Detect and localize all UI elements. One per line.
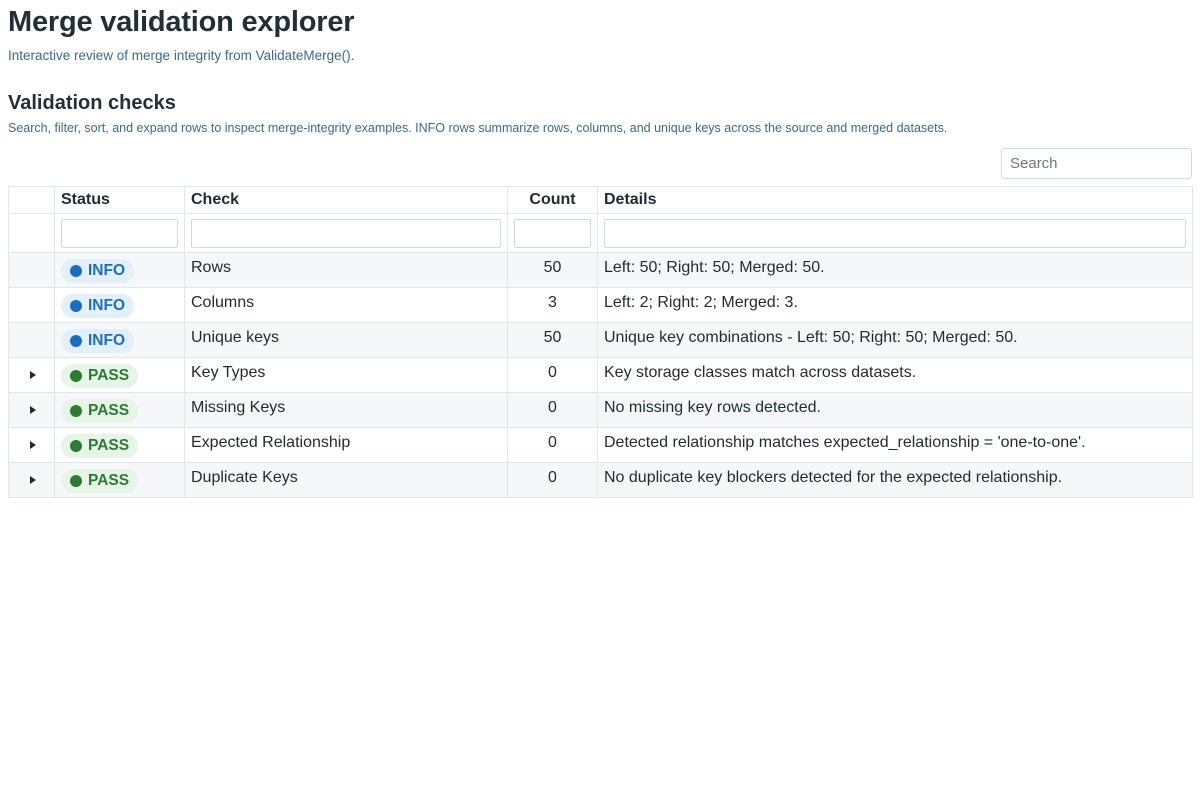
details-column-header[interactable]: Details — [597, 186, 1193, 214]
section-title: Validation checks — [8, 92, 176, 114]
status-cell: PASS — [54, 357, 185, 393]
expander-cell — [8, 357, 55, 393]
status-label: PASS — [88, 472, 130, 489]
section-description: Search, filter, sort, and expand rows to… — [8, 121, 948, 135]
status-badge: PASS — [61, 399, 139, 423]
status-label: PASS — [88, 402, 130, 419]
details-filter-input[interactable] — [604, 218, 1186, 248]
details-filter-cell — [597, 213, 1193, 253]
details-cell: Key storage classes match across dataset… — [597, 357, 1193, 393]
expander-cell — [8, 287, 55, 323]
status-label: INFO — [88, 297, 126, 314]
check-cell: Missing Keys — [184, 392, 508, 428]
check-filter-input[interactable] — [191, 218, 501, 248]
count-filter-cell — [507, 213, 598, 253]
table-row: INFO Columns 3 Left: 2; Right: 2; Merged: 3… — [8, 287, 1193, 323]
caret-right-icon[interactable] — [29, 476, 36, 484]
status-cell: INFO — [54, 252, 185, 288]
page-title: Merge validation explorer — [8, 6, 355, 38]
table-filter-row — [8, 213, 1193, 253]
count-cell: 0 — [507, 357, 598, 393]
caret-right-icon[interactable] — [29, 406, 36, 414]
table-row: INFO Unique keys 50 Unique key combinations… — [8, 322, 1193, 358]
status-label: INFO — [88, 332, 126, 349]
expander-cell — [8, 392, 55, 428]
expander-filter-cell — [8, 213, 55, 253]
count-cell: 50 — [507, 322, 598, 358]
check-cell: Unique keys — [184, 322, 508, 358]
details-cell: Left: 2; Right: 2; Merged: 3. — [597, 287, 1193, 323]
status-badge: PASS — [61, 434, 139, 458]
table-row: INFO Rows 50 Left: 50; Right: 50; Merged: 5… — [8, 252, 1193, 288]
count-filter-input[interactable] — [514, 218, 591, 248]
count-column-header[interactable]: Count — [507, 186, 598, 214]
status-cell: PASS — [54, 427, 185, 463]
check-cell: Columns — [184, 287, 508, 323]
check-filter-cell — [184, 213, 508, 253]
details-cell: Unique key combinations - Left: 50; Righ… — [597, 322, 1193, 358]
status-dot-icon — [70, 265, 82, 277]
status-badge: PASS — [61, 364, 139, 388]
expander-cell — [8, 427, 55, 463]
status-badge: INFO — [61, 329, 135, 353]
status-cell: INFO — [54, 287, 185, 323]
count-cell: 3 — [507, 287, 598, 323]
status-badge: PASS — [61, 469, 139, 493]
expander-cell — [8, 322, 55, 358]
caret-right-icon[interactable] — [29, 441, 36, 449]
status-cell: INFO — [54, 322, 185, 358]
count-cell: 0 — [507, 462, 598, 498]
table-body: INFO Rows 50 Left: 50; Right: 50; Merged: 5… — [8, 252, 1193, 498]
check-cell: Expected Relationship — [184, 427, 508, 463]
status-dot-icon — [70, 335, 82, 347]
status-column-header[interactable]: Status — [54, 186, 185, 214]
count-cell: 0 — [507, 392, 598, 428]
page-subtitle: Interactive review of merge integrity fr… — [8, 48, 355, 63]
count-cell: 50 — [507, 252, 598, 288]
status-dot-icon — [70, 440, 82, 452]
expander-column-header — [8, 186, 55, 214]
status-filter-cell — [54, 213, 185, 253]
caret-right-icon[interactable] — [29, 371, 36, 379]
status-dot-icon — [70, 405, 82, 417]
check-cell: Duplicate Keys — [184, 462, 508, 498]
check-column-header[interactable]: Check — [184, 186, 508, 214]
status-badge: INFO — [61, 294, 135, 318]
page: Merge validation explorer Interactive re… — [0, 0, 1200, 800]
status-dot-icon — [70, 300, 82, 312]
status-label: INFO — [88, 262, 126, 279]
search-input[interactable] — [1001, 148, 1192, 179]
status-badge: INFO — [61, 259, 135, 283]
status-dot-icon — [70, 475, 82, 487]
table-header-row: Status Check Count Details — [8, 186, 1193, 214]
expander-cell — [8, 462, 55, 498]
count-cell: 0 — [507, 427, 598, 463]
table-row[interactable]: PASS Missing Keys 0 No missing key rows det… — [8, 392, 1193, 428]
table-row[interactable]: PASS Key Types 0 Key storage classes match … — [8, 357, 1193, 393]
table-row[interactable]: PASS Expected Relationship 0 Detected relat… — [8, 427, 1193, 463]
table-row[interactable]: PASS Duplicate Keys 0 No duplicate key bloc… — [8, 462, 1193, 498]
status-filter-input[interactable] — [61, 218, 178, 248]
check-cell: Key Types — [184, 357, 508, 393]
validation-table: Status Check Count Details INFO Rows 50 Lef… — [8, 186, 1193, 498]
status-label: PASS — [88, 437, 130, 454]
details-cell: Detected relationship matches expected_r… — [597, 427, 1193, 463]
status-cell: PASS — [54, 392, 185, 428]
details-cell: No duplicate key blockers detected for t… — [597, 462, 1193, 498]
status-cell: PASS — [54, 462, 185, 498]
status-dot-icon — [70, 370, 82, 382]
check-cell: Rows — [184, 252, 508, 288]
status-label: PASS — [88, 367, 130, 384]
details-cell: No missing key rows detected. — [597, 392, 1193, 428]
details-cell: Left: 50; Right: 50; Merged: 50. — [597, 252, 1193, 288]
expander-cell — [8, 252, 55, 288]
